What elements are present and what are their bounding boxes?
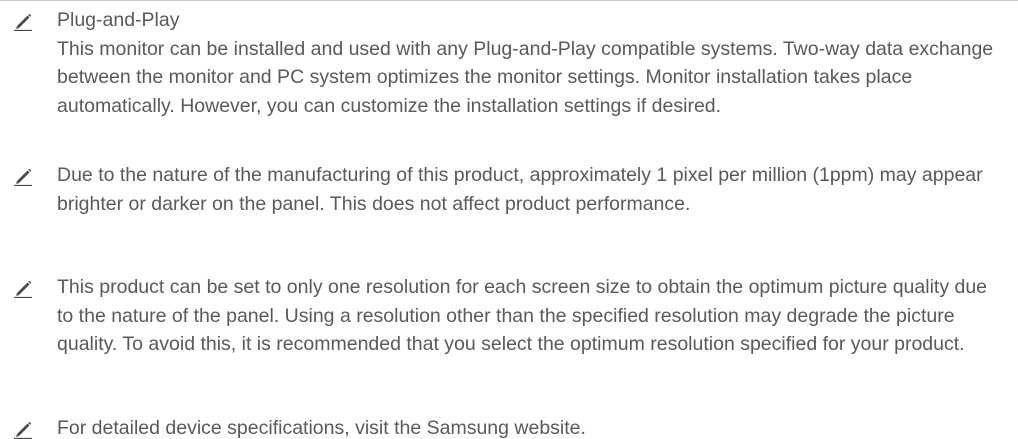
note-heading: Plug-and-Play	[57, 9, 180, 31]
note-body: For detailed device specifications, visi…	[57, 417, 586, 439]
note-body: Due to the nature of the manufacturing o…	[57, 164, 983, 215]
pencil-icon	[13, 278, 33, 299]
pencil-icon	[13, 419, 33, 439]
note-body: This product can be set to only one reso…	[57, 276, 988, 355]
pencil-icon	[13, 166, 33, 187]
pencil-icon	[13, 11, 33, 32]
note-body: This monitor can be installed and used w…	[57, 37, 994, 117]
top-divider	[0, 0, 1018, 1]
manual-notes-page: Plug-and-Play This monitor can be instal…	[0, 0, 1018, 439]
